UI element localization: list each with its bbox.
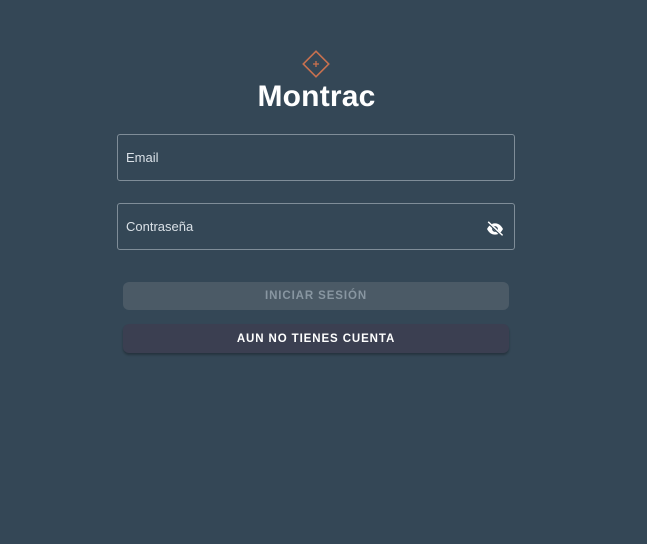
diamond-plus-icon	[302, 50, 330, 78]
password-field-container	[117, 203, 515, 250]
login-button[interactable]: INICIAR SESIÓN	[123, 282, 509, 310]
password-input[interactable]	[118, 204, 514, 249]
eye-off-icon[interactable]	[485, 221, 505, 237]
app-title: Montrac	[257, 80, 376, 113]
register-button[interactable]: AUN NO TIENES CUENTA	[123, 324, 509, 353]
email-field-container	[117, 134, 515, 181]
email-input[interactable]	[118, 135, 514, 180]
login-page: Montrac INICIAR SESIÓN AUN NO TIENES CUE…	[0, 0, 647, 544]
